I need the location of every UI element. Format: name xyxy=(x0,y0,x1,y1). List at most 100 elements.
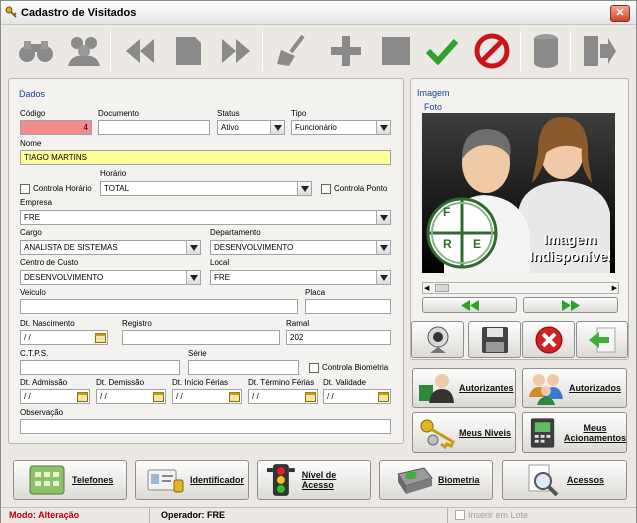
logo-letter-f: F xyxy=(443,205,451,219)
scroll-thumb[interactable] xyxy=(435,284,449,292)
controla-ponto-checkbox[interactable] xyxy=(321,184,331,194)
local-select[interactable]: FRE xyxy=(210,270,391,285)
dt-admissao-label: Dt. Admissão xyxy=(20,378,68,387)
ctps-label: C.T.P.S. xyxy=(20,349,49,358)
photo-prev-button[interactable] xyxy=(422,297,517,313)
empresa-label: Empresa xyxy=(20,198,53,207)
dt-validade-input[interactable]: / / xyxy=(323,389,391,404)
webcam-button[interactable] xyxy=(411,321,464,358)
exit-icon[interactable] xyxy=(576,29,620,73)
calendar-icon[interactable] xyxy=(77,391,88,402)
tipo-select[interactable]: Funcionário xyxy=(291,120,391,135)
dt-inicio-ferias-label: Dt. Início Férias xyxy=(172,378,229,387)
ramal-input[interactable]: 202 xyxy=(286,330,391,345)
meus-acionamentos-button[interactable]: Meus Acionamentos xyxy=(522,412,627,453)
placa-input[interactable] xyxy=(305,299,391,314)
documento-input[interactable] xyxy=(98,120,210,135)
scroll-right-icon[interactable]: ▶ xyxy=(612,284,617,292)
import-photo-button[interactable] xyxy=(576,321,628,358)
observacao-input[interactable] xyxy=(20,419,391,434)
identificador-button[interactable]: Identificador xyxy=(135,460,249,500)
registro-input[interactable] xyxy=(122,330,280,345)
centro-custo-select[interactable]: DESENVOLVIMENTO xyxy=(20,270,201,285)
inserir-lote-checkbox[interactable] xyxy=(455,510,465,520)
status-select[interactable]: Ativo xyxy=(217,120,285,135)
codigo-input[interactable]: 4 xyxy=(20,120,92,135)
save-photo-button[interactable] xyxy=(468,321,521,358)
empresa-select[interactable]: FRE xyxy=(20,210,391,225)
add-icon[interactable] xyxy=(324,29,368,73)
controla-biometria-checkbox[interactable] xyxy=(309,363,319,373)
dt-termino-ferias-input[interactable]: / / xyxy=(248,389,318,404)
cargo-select[interactable]: ANALISTA DE SISTEMAS xyxy=(20,240,201,255)
dt-nascimento-value: / / xyxy=(24,333,31,342)
calendar-icon[interactable] xyxy=(95,332,106,343)
dt-nascimento-input[interactable]: / / xyxy=(20,330,108,345)
dt-inicio-ferias-input[interactable]: / / xyxy=(172,389,242,404)
chevron-down-icon[interactable] xyxy=(186,271,200,284)
autorizantes-button[interactable]: Autorizantes xyxy=(412,368,516,408)
photo-next-button[interactable] xyxy=(523,297,618,313)
biometria-button[interactable]: Biometria xyxy=(379,460,493,500)
chevron-down-icon[interactable] xyxy=(376,271,390,284)
close-button[interactable]: ✕ xyxy=(610,5,630,22)
logo-letter-r: R xyxy=(443,237,452,251)
dados-group-label: Dados xyxy=(19,89,46,99)
import-arrow-icon xyxy=(589,327,616,352)
ctps-input[interactable] xyxy=(20,360,180,375)
chevron-down-icon[interactable] xyxy=(186,241,200,254)
chevron-down-icon[interactable] xyxy=(376,241,390,254)
group-search-icon[interactable] xyxy=(62,29,106,73)
registro-label: Registro xyxy=(122,319,152,328)
keys-icon xyxy=(420,419,455,449)
departamento-select[interactable]: DESENVOLVIMENTO xyxy=(210,240,391,255)
magnifier-document-icon xyxy=(528,464,559,497)
photo-scrollbar[interactable]: ◀ ▶ xyxy=(422,282,619,294)
imagem-group-label: Imagem xyxy=(417,88,450,98)
database-icon[interactable] xyxy=(524,29,568,73)
veiculo-input[interactable] xyxy=(20,299,298,314)
nome-input[interactable]: TIAGO MARTINS xyxy=(20,150,391,165)
cancel-icon[interactable] xyxy=(470,29,514,73)
stop-icon[interactable] xyxy=(374,29,418,73)
delete-photo-button[interactable] xyxy=(522,321,575,358)
clear-icon[interactable] xyxy=(269,29,313,73)
double-left-arrow-icon xyxy=(460,299,479,311)
cargo-label: Cargo xyxy=(20,228,42,237)
chevron-down-icon[interactable] xyxy=(297,182,311,195)
confirm-icon[interactable] xyxy=(420,29,464,73)
serie-label: Série xyxy=(188,349,207,358)
binoculars-icon[interactable] xyxy=(14,29,58,73)
record-icon[interactable] xyxy=(166,29,210,73)
telefones-button[interactable]: Telefones xyxy=(13,460,127,500)
departamento-value: DESENVOLVIMENTO xyxy=(214,243,294,252)
photo-frame: F R E Imagem Indisponível xyxy=(422,113,615,273)
chevron-down-icon[interactable] xyxy=(376,211,390,224)
imagem-panel: Imagem Foto F R E Imagem Indisponível ◀ … xyxy=(410,78,629,360)
dt-admissao-input[interactable]: / / xyxy=(20,389,90,404)
tipo-value: Funcionário xyxy=(295,123,337,132)
ramal-label: Ramal xyxy=(286,319,310,328)
title-bar: Cadastro de Visitados ✕ xyxy=(1,1,636,25)
documento-label: Documento xyxy=(98,109,139,118)
serie-input[interactable] xyxy=(188,360,299,375)
chevron-down-icon[interactable] xyxy=(376,121,390,134)
calendar-icon[interactable] xyxy=(305,391,316,402)
meus-niveis-button[interactable]: Meus Niveis xyxy=(412,412,516,453)
dt-termino-ferias-value: / / xyxy=(252,392,259,401)
local-label: Local xyxy=(210,258,230,267)
calendar-icon[interactable] xyxy=(153,391,164,402)
acessos-button[interactable]: Acessos xyxy=(502,460,627,500)
prev-icon[interactable] xyxy=(118,29,162,73)
controla-horario-checkbox[interactable] xyxy=(20,184,30,194)
scroll-left-icon[interactable]: ◀ xyxy=(424,284,429,292)
chevron-down-icon[interactable] xyxy=(270,121,284,134)
autorizados-button[interactable]: Autorizados xyxy=(522,368,627,408)
floppy-icon xyxy=(481,326,508,353)
next-icon[interactable] xyxy=(214,29,258,73)
horario-select[interactable]: TOTAL xyxy=(100,181,312,196)
nivel-acesso-button[interactable]: Nível de Acesso xyxy=(257,460,371,500)
dt-demissao-input[interactable]: / / xyxy=(96,389,166,404)
calendar-icon[interactable] xyxy=(229,391,240,402)
calendar-icon[interactable] xyxy=(378,391,389,402)
